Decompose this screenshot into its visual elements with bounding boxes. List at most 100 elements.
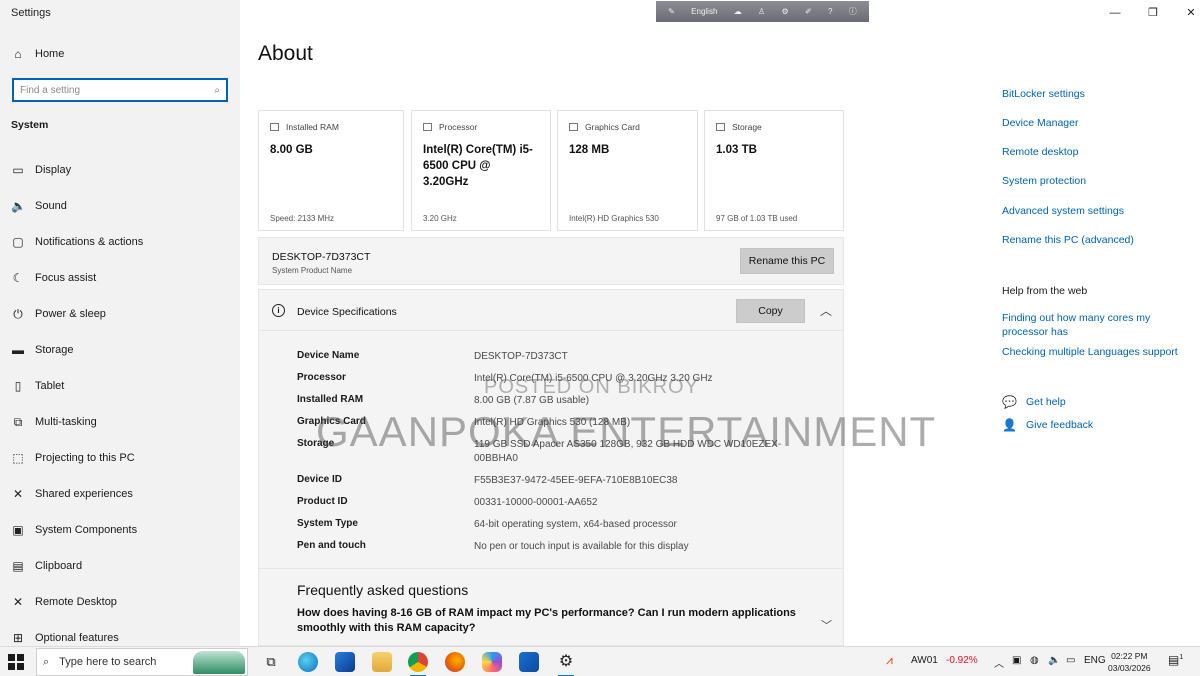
tray-display-icon[interactable]: ▭ (1066, 655, 1075, 666)
give-feedback-link[interactable]: 👤 Give feedback (1002, 418, 1093, 432)
langbar-gear-icon[interactable]: ⚙ (782, 7, 789, 16)
stock-ticker[interactable]: AW01 (911, 655, 938, 666)
graphics-icon (569, 123, 578, 131)
sidebar-item-label: Remote Desktop (35, 596, 117, 608)
link-languages[interactable]: Checking multiple Languages support (1002, 345, 1187, 359)
storage-icon: ▬ (12, 343, 24, 357)
spec-key: Installed RAM (297, 394, 364, 405)
sidebar-item-display[interactable]: ▭ Display (11, 152, 240, 188)
home-icon: ⌂ (14, 47, 22, 61)
firefox-icon[interactable] (445, 652, 465, 672)
sidebar-item-label: Display (35, 164, 72, 176)
tray-language[interactable]: ENG (1084, 655, 1106, 666)
action-center-icon[interactable]: ▤1 (1168, 653, 1183, 667)
tray-chevron-up-icon[interactable]: ︿ (994, 655, 1004, 670)
card-label: Processor (439, 122, 478, 132)
chevron-up-icon[interactable]: ︿ (820, 302, 832, 319)
spec-key: Pen and touch (297, 540, 366, 551)
card-value: 128 MB (569, 144, 610, 156)
close-button[interactable]: ✕ (1172, 4, 1200, 22)
sidebar-item-label: Focus assist (35, 272, 97, 284)
clipboard-icon: ▤ (12, 559, 24, 573)
help-chat-icon: 💬 (1002, 395, 1017, 409)
settings-gear-icon[interactable]: ⚙ (556, 652, 576, 676)
copilot-icon[interactable] (482, 652, 502, 672)
card-label: Graphics Card (585, 122, 640, 132)
windows-start-icon[interactable] (8, 654, 24, 670)
langbar-cloud-icon[interactable]: ☁ (734, 7, 742, 16)
langbar-info-icon[interactable]: ⓘ (849, 6, 857, 17)
rename-pc-button[interactable]: Rename this PC (740, 248, 834, 274)
link-device-manager[interactable]: Device Manager (1002, 117, 1078, 129)
sidebar-item-focus-assist[interactable]: ☾ Focus assist (11, 260, 240, 296)
langbar-pen-icon[interactable]: ✐ (805, 7, 812, 16)
sidebar-item-notifications-actions[interactable]: ▢ Notifications & actions (11, 224, 240, 260)
sidebar-item-shared-experiences[interactable]: ✕ Shared experiences (11, 476, 240, 512)
tray-clock[interactable]: 02:22 PM 03/03/2026 (1108, 650, 1151, 674)
sidebar-item-remote-desktop[interactable]: ✕ Remote Desktop (11, 584, 240, 620)
sidebar-item-tablet[interactable]: ▯ Tablet (11, 368, 240, 404)
link-cores[interactable]: Finding out how many cores my processor … (1002, 311, 1187, 339)
chrome-icon[interactable] (408, 652, 428, 676)
sidebar-item-home[interactable]: ⌂ Home (11, 47, 64, 61)
spec-key: Device ID (297, 474, 343, 485)
info-icon: i (272, 304, 285, 317)
card-installed-ram: Installed RAM 8.00 GB Speed: 2133 MHz (258, 110, 404, 231)
tablet-icon: ▯ (14, 379, 22, 393)
ram-icon (270, 123, 279, 131)
device-specifications-header[interactable]: i Device Specifications Copy ︿ (258, 289, 844, 331)
search-icon[interactable]: ⌕ (214, 85, 220, 96)
sidebar-item-label: Tablet (35, 380, 65, 392)
outlook-icon[interactable] (519, 652, 539, 672)
sidebar-section-title: System (11, 119, 49, 131)
taskbar-search[interactable]: ⌕ Type here to search (36, 648, 248, 676)
sidebar-item-sound[interactable]: 🔈 Sound (11, 188, 240, 224)
edge-icon[interactable] (298, 652, 318, 672)
spec-value: 00331-10000-00001-AA652 (474, 497, 598, 508)
storage-drive-icon (716, 123, 725, 131)
search-input[interactable] (20, 84, 215, 96)
sidebar-item-label: Optional features (35, 632, 119, 644)
sidebar-item-label: Projecting to this PC (35, 452, 135, 464)
sidebar-item-power-sleep[interactable]: ⏻ Power & sleep (11, 296, 240, 332)
card-sub: 3.20 GHz (423, 214, 457, 223)
tray-device-icon[interactable]: ▣ (1012, 655, 1021, 666)
sidebar-item-storage[interactable]: ▬ Storage (11, 332, 240, 368)
sidebar-item-projecting-to-this-pc[interactable]: ⬚ Projecting to this PC (11, 440, 240, 476)
get-help-link[interactable]: 💬 Get help (1002, 395, 1066, 409)
sidebar-item-multi-tasking[interactable]: ⧉ Multi-tasking (11, 404, 240, 440)
langbar-brush-icon[interactable]: ♙ (758, 7, 765, 16)
spec-value: No pen or touch input is available for t… (474, 541, 689, 552)
link-system-protection[interactable]: System protection (1002, 175, 1086, 187)
tray-volume-icon[interactable]: 🔈 (1048, 655, 1060, 666)
give-feedback-label: Give feedback (1026, 419, 1094, 431)
sidebar-item-label: System Components (35, 524, 138, 536)
langbar-help-icon[interactable]: ? (828, 7, 832, 16)
spec-value: F55B3E37-9472-45EE-9EFA-710E8B10EC38 (474, 475, 678, 486)
link-rename-advanced[interactable]: Rename this PC (advanced) (1002, 234, 1134, 246)
stock-chart-icon: ⩘ (886, 653, 893, 667)
link-bitlocker[interactable]: BitLocker settings (1002, 88, 1085, 100)
faq-question[interactable]: How does having 8-16 GB of RAM impact my… (297, 606, 809, 636)
maximize-button[interactable]: ❐ (1134, 4, 1172, 22)
link-remote-desktop[interactable]: Remote desktop (1002, 146, 1078, 158)
pc-product-name: System Product Name (272, 266, 353, 275)
taskbar: ⌕ Type here to search ⧉ ⚙ ⩘ AW01 -0.92% … (0, 646, 1200, 676)
chevron-down-icon[interactable]: ﹀ (821, 617, 832, 633)
copy-button[interactable]: Copy (736, 299, 805, 323)
store-icon[interactable] (335, 652, 355, 672)
langbar-language[interactable]: English (691, 7, 717, 16)
faq-section: Frequently asked questions How does havi… (258, 569, 844, 646)
specs-title: Device Specifications (297, 306, 397, 318)
task-view-icon[interactable]: ⧉ (261, 652, 281, 672)
file-explorer-icon[interactable] (372, 652, 392, 672)
multitask-icon: ⧉ (13, 415, 23, 429)
tray-network-icon[interactable]: ◍ (1030, 655, 1039, 666)
monitor-icon: ▭ (12, 163, 24, 177)
langbar-tool-icon[interactable]: ✎ (668, 7, 675, 16)
link-advanced-system[interactable]: Advanced system settings (1002, 205, 1124, 217)
minimize-button[interactable]: — (1096, 4, 1134, 22)
sidebar-item-label: Storage (35, 344, 74, 356)
sidebar-item-clipboard[interactable]: ▤ Clipboard (11, 548, 240, 584)
sidebar-item-system-components[interactable]: ▣ System Components (11, 512, 240, 548)
